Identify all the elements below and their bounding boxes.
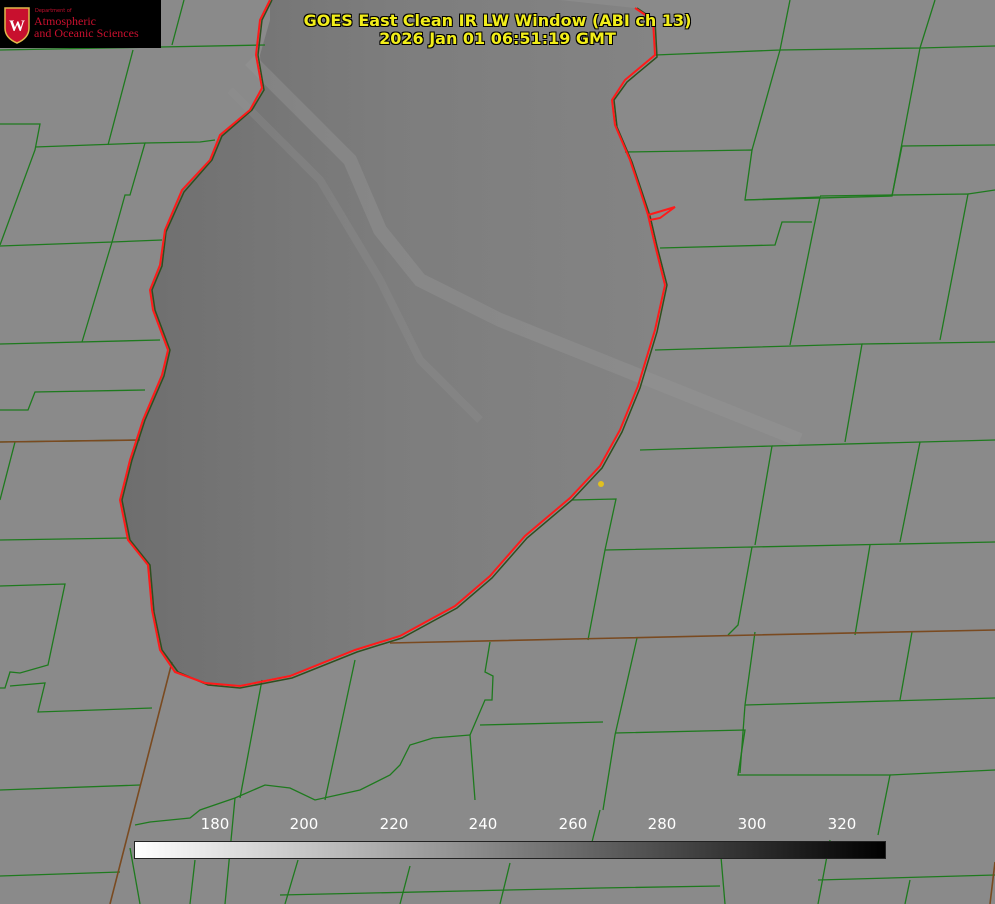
colorbar-tick: 300 [737, 815, 767, 833]
colorbar-tick: 220 [379, 815, 409, 833]
crest-letter: W [9, 18, 25, 35]
colorbar-tick: 240 [468, 815, 498, 833]
colorbar-tick: 280 [647, 815, 677, 833]
colorbar-tick: 260 [558, 815, 588, 833]
map-canvas [0, 0, 995, 904]
colorbar-tick: 320 [827, 815, 857, 833]
university-logo: W Department of Atmospheric and Oceanic … [0, 0, 161, 48]
satellite-image-viewer: GOES East Clean IR LW Window (ABI ch 13)… [0, 0, 995, 904]
colorbar-tick: 180 [200, 815, 230, 833]
city-marker [598, 481, 604, 487]
colorbar-gradient [134, 841, 886, 859]
crest-icon: W [4, 7, 30, 44]
colorbar-tick: 200 [289, 815, 319, 833]
logo-name-line2: and Oceanic Sciences [34, 26, 139, 40]
